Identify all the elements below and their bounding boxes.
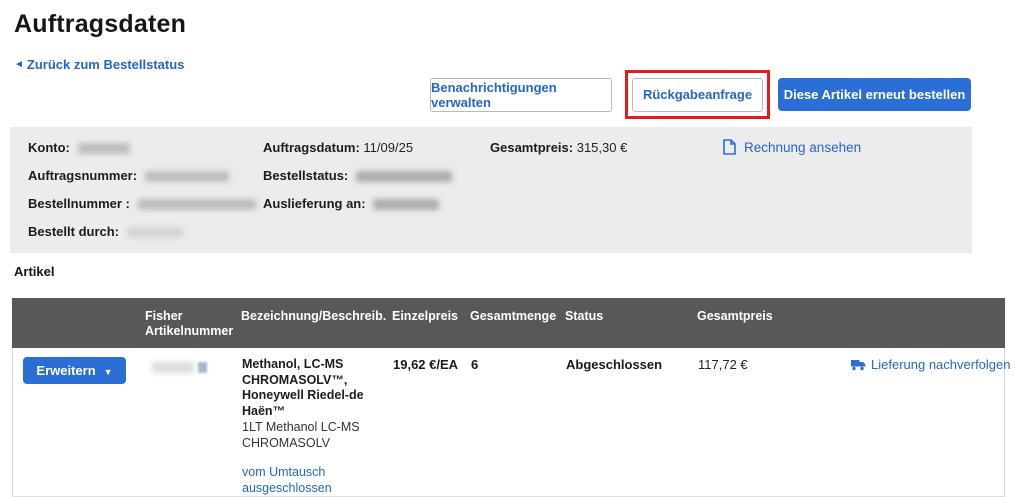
total-price-value: 315,30 €: [576, 140, 628, 155]
ordered-by-value-redacted: [126, 227, 183, 239]
table-row: Erweitern ▼ Methanol, LC-MS CHROMASOLV™,…: [12, 348, 1011, 497]
expand-button-label: Erweitern: [36, 363, 96, 378]
column-header-einzelpreis: Einzelpreis: [392, 309, 458, 323]
track-delivery-label: Lieferung nachverfolgen: [871, 357, 1011, 372]
reorder-items-button[interactable]: Diese Artikel erneut bestellen: [778, 78, 971, 111]
total-price-row: Gesamtpreis: 315,30 €: [490, 140, 627, 155]
column-header-bezeichnung: Bezeichnung/Beschreib.: [241, 309, 387, 323]
order-status-label: Bestellstatus:: [263, 168, 349, 183]
return-request-button[interactable]: Rückgabeanfrage: [632, 77, 763, 112]
track-delivery-link[interactable]: Lieferung nachverfolgen: [851, 357, 1011, 372]
chevron-left-icon: ◄: [14, 58, 24, 70]
view-invoice-label: Rechnung ansehen: [744, 139, 862, 155]
account-row: Konto:: [28, 140, 130, 155]
account-value-redacted: [77, 143, 130, 155]
ordered-by-label: Bestellt durch:: [28, 224, 120, 239]
status-cell: Abgeschlossen: [566, 357, 663, 372]
po-number-row: Bestellnummer :: [28, 196, 256, 211]
column-header-gesamtmenge: Gesamtmenge: [470, 309, 557, 323]
return-request-label: Rückgabeanfrage: [642, 87, 753, 102]
product-description: 1LT Methanol LC-MS CHROMASOLV: [242, 420, 360, 450]
product-name: Methanol, LC-MS CHROMASOLV™, Honeywell R…: [242, 357, 364, 418]
items-table-header: Fisher Artikelnummer Bezeichnung/Beschre…: [12, 298, 1005, 348]
annotation-highlight-box: Rückgabeanfrage: [625, 70, 770, 119]
column-header-status: Status: [565, 309, 604, 323]
order-status-row: Bestellstatus:: [263, 168, 452, 183]
manage-notifications-button[interactable]: Benachrichtigungen verwalten: [430, 78, 612, 112]
truck-icon: [851, 360, 866, 371]
document-icon: [723, 139, 736, 155]
column-header-fisher-artikelnummer: Fisher Artikelnummer: [145, 309, 234, 338]
order-date-value: 11/09/25: [363, 140, 414, 155]
order-number-value-redacted: [144, 171, 229, 183]
account-label: Konto:: [28, 140, 70, 155]
ship-to-row: Auslieferung an:: [263, 196, 440, 211]
total-price-cell: 117,72 €: [698, 357, 748, 372]
order-date-row: Auftragsdatum: 11/09/25: [263, 140, 413, 155]
page-title: Auftragsdaten: [14, 10, 187, 38]
ship-to-label: Auslieferung an:: [263, 196, 366, 211]
order-number-label: Auftragsnummer:: [28, 168, 138, 183]
attachment-icon: [198, 362, 207, 373]
order-status-value-redacted: [355, 171, 452, 183]
po-number-value-redacted: [137, 199, 256, 211]
order-date-label: Auftragsdatum:: [263, 140, 360, 155]
order-summary-panel: Konto: Auftragsnummer: Bestellnummer : B…: [10, 127, 972, 253]
manage-notifications-label: Benachrichtigungen verwalten: [431, 80, 557, 110]
unit-price-cell: 19,62 €/EA: [393, 357, 459, 372]
po-number-label: Bestellnummer :: [28, 196, 130, 211]
order-number-row: Auftragsnummer:: [28, 168, 229, 183]
article-number-redacted: [152, 362, 194, 373]
ordered-by-row: Bestellt durch:: [28, 224, 183, 239]
article-number-cell: [146, 362, 242, 373]
column-header-gesamtpreis: Gesamtpreis: [697, 309, 773, 323]
items-table: Fisher Artikelnummer Bezeichnung/Beschre…: [12, 298, 1011, 497]
back-link-label: Zurück zum Bestellstatus: [26, 57, 185, 72]
view-invoice-link[interactable]: Rechnung ansehen: [723, 139, 861, 155]
chevron-down-icon: ▼: [103, 366, 113, 377]
total-price-label: Gesamtpreis:: [490, 140, 574, 155]
items-section-heading: Artikel: [14, 264, 55, 279]
expand-button[interactable]: Erweitern ▼: [23, 357, 126, 384]
exchange-exclusion-link[interactable]: vom Umtausch ausgeschlossen: [242, 465, 375, 496]
ship-to-value-redacted: [373, 199, 440, 211]
back-to-order-status-link[interactable]: ◄ Zurück zum Bestellstatus: [14, 57, 184, 72]
quantity-cell: 6: [471, 357, 479, 372]
reorder-items-label: Diese Artikel erneut bestellen: [783, 87, 966, 102]
